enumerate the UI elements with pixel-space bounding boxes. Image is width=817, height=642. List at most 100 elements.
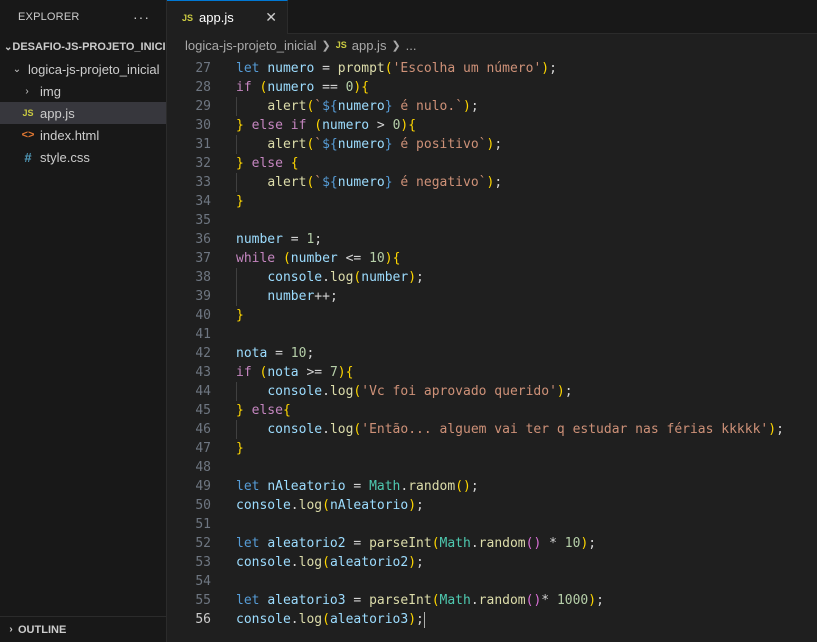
tree-folder-logica[interactable]: ⌄ logica-js-projeto_inicial — [0, 58, 166, 80]
explorer-header: EXPLORER ··· — [0, 0, 166, 34]
code-line-text: } else if (numero > 0){ — [236, 118, 417, 133]
code-line[interactable]: 35 — [167, 211, 817, 230]
code-line[interactable]: 30} else if (numero > 0){ — [167, 116, 817, 135]
code-line-text: if (nota >= 7){ — [236, 365, 354, 380]
line-number: 40 — [195, 308, 211, 323]
code-line[interactable]: 38 console.log(number); — [167, 268, 817, 287]
breadcrumb-more[interactable]: ... — [406, 38, 417, 53]
code-line-text: } — [236, 194, 244, 209]
code-line[interactable]: 46 console.log('Então... alguem vai ter … — [167, 420, 817, 439]
more-actions-icon[interactable]: ··· — [133, 9, 150, 25]
breadcrumb-folder[interactable]: logica-js-projeto_inicial — [185, 38, 317, 53]
line-number: 35 — [195, 213, 211, 228]
code-line[interactable]: 41 — [167, 325, 817, 344]
code-line-text: alert(`${numero} é nulo.`); — [267, 99, 479, 114]
line-number: 48 — [195, 460, 211, 475]
code-line-text: console.log(aleatorio2); — [236, 555, 424, 570]
tree-file-app-js[interactable]: JS app.js — [0, 102, 166, 124]
code-line[interactable]: 43 if (nota >= 7){ — [167, 363, 817, 382]
tab-app-js[interactable]: JS app.js ✕ — [167, 0, 288, 34]
code-line[interactable]: 39 number++; — [167, 287, 817, 306]
code-line-text: } else{ — [236, 403, 291, 418]
line-number: 34 — [195, 194, 211, 209]
chevron-down-icon: ⌄ — [4, 41, 13, 53]
css-file-icon: # — [24, 149, 32, 165]
code-line-text: console.log(nAleatorio); — [236, 498, 424, 513]
chevron-down-icon: ⌄ — [12, 63, 22, 75]
line-number: 42 — [195, 346, 211, 361]
code-line-text: number++; — [267, 289, 338, 304]
code-line[interactable]: 55 let aleatorio3 = parseInt(Math.random(… — [167, 591, 817, 610]
code-line[interactable]: 51 — [167, 515, 817, 534]
project-root[interactable]: ⌄ DESAFIO-JS-PROJETO_INICI... — [0, 36, 166, 58]
code-line-text: while (number <= 10){ — [236, 251, 401, 266]
line-number: 43 — [195, 365, 211, 380]
code-line[interactable]: 45 } else{ — [167, 401, 817, 420]
line-number: 53 — [195, 555, 211, 570]
code-line[interactable]: 56 console.log(aleatorio3); — [167, 610, 817, 629]
code-line[interactable]: 29 alert(`${numero} é nulo.`); — [167, 97, 817, 116]
chevron-right-icon: › — [9, 624, 13, 635]
breadcrumb-file[interactable]: app.js — [352, 38, 387, 53]
line-number: 56 — [195, 612, 211, 627]
code-line-text: let aleatorio3 = parseInt(Math.random()*… — [236, 593, 604, 608]
code-line[interactable]: 49 let nAleatorio = Math.random(); — [167, 477, 817, 496]
code-line-text: let numero = prompt('Escolha um número')… — [236, 61, 557, 76]
js-file-icon: JS — [22, 108, 34, 118]
line-number: 28 — [195, 80, 211, 95]
code-line-text: number = 1; — [236, 232, 323, 247]
outline-section[interactable]: › OUTLINE — [0, 616, 166, 642]
line-number: 44 — [195, 384, 211, 399]
code-line-text: if (numero == 0){ — [236, 80, 370, 95]
line-number: 38 — [195, 270, 211, 285]
code-line[interactable]: 40} — [167, 306, 817, 325]
line-number: 27 — [195, 61, 211, 76]
html-file-icon: <> — [21, 129, 35, 141]
project-root-label: DESAFIO-JS-PROJETO_INICI... — [12, 41, 167, 53]
code-line[interactable]: 54 — [167, 572, 817, 591]
code-line-text: console.log(aleatorio3); — [236, 611, 425, 628]
line-number: 29 — [195, 99, 211, 114]
close-icon[interactable]: ✕ — [265, 9, 277, 26]
chevron-right-icon: › — [25, 85, 29, 97]
tree-item-label: style.css — [40, 149, 90, 165]
code-line[interactable]: 34} — [167, 192, 817, 211]
code-line-text: let aleatorio2 = parseInt(Math.random() … — [236, 536, 597, 551]
code-line[interactable]: 32 } else { — [167, 154, 817, 173]
line-number: 54 — [195, 574, 211, 589]
code-line[interactable]: 33 alert(`${numero} é negativo`); — [167, 173, 817, 192]
line-number: 39 — [195, 289, 211, 304]
code-line[interactable]: 48 — [167, 458, 817, 477]
chevron-right-icon: ❯ — [391, 39, 401, 52]
explorer-title: EXPLORER — [18, 11, 80, 23]
code-line-text: console.log(number); — [267, 270, 424, 285]
tree-item-label: index.html — [40, 127, 100, 143]
code-line[interactable]: 27 let numero = prompt('Escolha um número… — [167, 59, 817, 78]
code-line[interactable]: 53 console.log(aleatorio2); — [167, 553, 817, 572]
text-caret — [423, 611, 425, 628]
code-line[interactable]: 52 let aleatorio2 = parseInt(Math.random(… — [167, 534, 817, 553]
line-number: 32 — [195, 156, 211, 171]
line-number: 37 — [195, 251, 211, 266]
tree-file-index-html[interactable]: <> index.html — [0, 124, 166, 146]
line-number: 45 — [195, 403, 211, 418]
code-line[interactable]: 37 while (number <= 10){ — [167, 249, 817, 268]
breadcrumb: logica-js-projeto_inicial ❯ JS app.js ❯ … — [167, 34, 817, 56]
code-line[interactable]: 36 number = 1; — [167, 230, 817, 249]
code-line[interactable]: 44 console.log('Vc foi aprovado querido'… — [167, 382, 817, 401]
line-number: 49 — [195, 479, 211, 494]
code-line[interactable]: 42 nota = 10; — [167, 344, 817, 363]
line-number: 55 — [195, 593, 211, 608]
code-line[interactable]: 31 alert(`${numero} é positivo`); — [167, 135, 817, 154]
code-line-text: } — [236, 441, 244, 456]
code-editor[interactable]: 27 let numero = prompt('Escolha um número… — [167, 59, 817, 642]
code-line[interactable]: 50 console.log(nAleatorio); — [167, 496, 817, 515]
line-number: 52 — [195, 536, 211, 551]
code-line-text: console.log('Vc foi aprovado querido'); — [267, 384, 573, 399]
tree-file-style-css[interactable]: # style.css — [0, 146, 166, 168]
tree-folder-img[interactable]: › img — [0, 80, 166, 102]
code-line[interactable]: 28 if (numero == 0){ — [167, 78, 817, 97]
code-line-text: } else { — [236, 156, 299, 171]
code-line-text: } — [236, 308, 244, 323]
code-line[interactable]: 47} — [167, 439, 817, 458]
